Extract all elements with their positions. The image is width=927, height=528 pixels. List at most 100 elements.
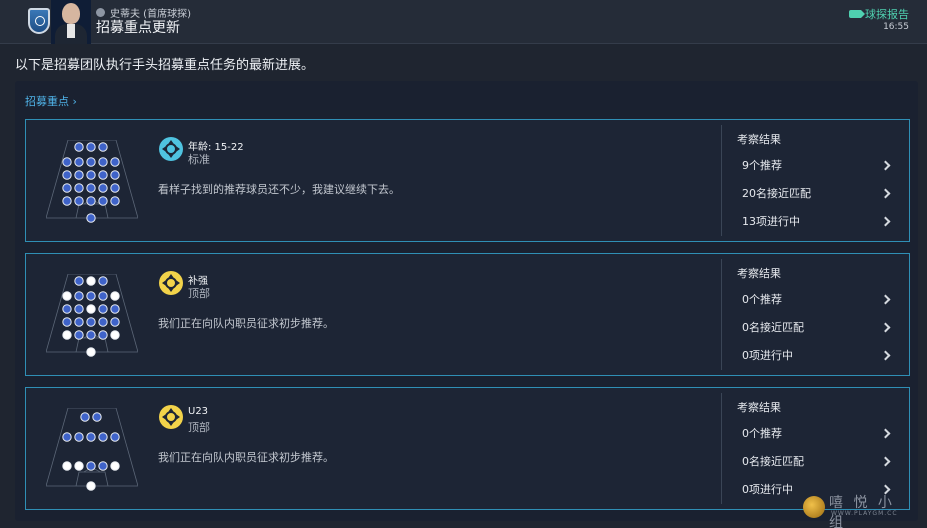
player-position-dot xyxy=(74,461,84,471)
player-position-dot xyxy=(86,432,96,442)
card-title: U23 xyxy=(188,406,209,417)
chevron-right-icon xyxy=(880,160,891,170)
result-in-progress[interactable]: 0项进行中 xyxy=(742,345,892,365)
player-position-dot xyxy=(74,196,84,206)
result-label: 0名接近匹配 xyxy=(742,455,804,468)
player-position-dot xyxy=(74,142,84,152)
chevron-right-icon xyxy=(880,350,891,360)
recruitment-card[interactable]: 年龄: 15-22 标准 看样子找到的推荐球员还不少，我建议继续下去。 考察结果… xyxy=(25,119,910,242)
result-label: 0名接近匹配 xyxy=(742,321,804,334)
player-position-dot xyxy=(98,196,108,206)
results-title: 考察结果 xyxy=(737,133,781,146)
message-time: 16:55 xyxy=(883,22,909,32)
result-label: 9个推荐 xyxy=(742,159,782,172)
player-position-dot xyxy=(86,276,96,286)
player-position-dot xyxy=(86,183,96,193)
result-in-progress[interactable]: 13项进行中 xyxy=(742,211,892,231)
player-position-dot xyxy=(74,183,84,193)
player-position-dot xyxy=(74,157,84,167)
player-position-dot xyxy=(74,291,84,301)
player-position-dot xyxy=(86,196,96,206)
football-icon xyxy=(803,496,825,518)
divider xyxy=(721,393,722,504)
player-position-dot xyxy=(110,196,120,206)
player-position-dot xyxy=(62,183,72,193)
crosshair-icon xyxy=(159,271,183,295)
recruitment-card[interactable]: 补强 顶部 我们正在向队内职员征求初步推荐。 考察结果 0个推荐 0名接近匹配 … xyxy=(25,253,910,376)
player-position-dot xyxy=(74,276,84,286)
card-description: 看样子找到的推荐球员还不少，我建议继续下去。 xyxy=(158,183,400,196)
player-position-dot xyxy=(62,461,72,471)
result-label: 0个推荐 xyxy=(742,427,782,440)
player-position-dot xyxy=(86,304,96,314)
player-position-dot xyxy=(98,157,108,167)
formation-pitch xyxy=(46,408,138,491)
player-position-dot xyxy=(80,412,90,422)
formation-pitch xyxy=(46,140,138,223)
player-position-dot xyxy=(62,291,72,301)
crosshair-icon xyxy=(159,405,183,429)
chevron-right-icon xyxy=(880,216,891,226)
results-title: 考察结果 xyxy=(737,267,781,280)
result-close-match[interactable]: 0名接近匹配 xyxy=(742,317,892,337)
result-close-match[interactable]: 20名接近匹配 xyxy=(742,183,892,203)
player-position-dot xyxy=(98,330,108,340)
scout-report-link[interactable]: 球探报告 xyxy=(849,6,909,22)
player-position-dot xyxy=(86,142,96,152)
chevron-right-icon xyxy=(880,456,891,466)
player-position-dot xyxy=(110,291,120,301)
tag-icon xyxy=(849,10,865,18)
player-position-dot xyxy=(110,183,120,193)
player-position-dot xyxy=(74,304,84,314)
player-position-dot xyxy=(110,304,120,314)
person-icon xyxy=(96,8,105,17)
player-position-dot xyxy=(86,291,96,301)
result-label: 0项进行中 xyxy=(742,349,793,362)
result-close-match[interactable]: 0名接近匹配 xyxy=(742,451,892,471)
club-badge-icon xyxy=(28,8,50,34)
card-subtitle: 顶部 xyxy=(188,421,210,434)
intro-text: 以下是招募团队执行手头招募重点任务的最新进展。 xyxy=(15,58,315,73)
card-subtitle: 顶部 xyxy=(188,287,210,300)
divider xyxy=(721,125,722,236)
player-position-dot xyxy=(98,276,108,286)
player-position-dot xyxy=(98,170,108,180)
results-title: 考察结果 xyxy=(737,401,781,414)
player-position-dot xyxy=(74,317,84,327)
player-position-dot xyxy=(62,170,72,180)
card-subtitle: 标准 xyxy=(188,153,210,166)
player-position-dot xyxy=(86,481,96,491)
player-position-dot xyxy=(98,461,108,471)
player-position-dot xyxy=(62,157,72,167)
result-recommended[interactable]: 0个推荐 xyxy=(742,423,892,443)
player-position-dot xyxy=(74,170,84,180)
player-position-dot xyxy=(62,330,72,340)
divider xyxy=(721,259,722,370)
player-position-dot xyxy=(86,347,96,357)
player-position-dot xyxy=(98,304,108,314)
player-position-dot xyxy=(86,157,96,167)
recruitment-focus-label: 招募重点 xyxy=(25,95,69,108)
chevron-right-icon xyxy=(880,294,891,304)
result-recommended[interactable]: 0个推荐 xyxy=(742,289,892,309)
player-position-dot xyxy=(74,330,84,340)
player-position-dot xyxy=(62,432,72,442)
player-position-dot xyxy=(98,317,108,327)
player-position-dot xyxy=(98,142,108,152)
card-description: 我们正在向队内职员征求初步推荐。 xyxy=(158,317,334,330)
message-header: 史蒂夫 (首席球探) 招募重点更新 球探报告 16:55 xyxy=(0,0,927,44)
player-position-dot xyxy=(98,291,108,301)
player-position-dot xyxy=(110,170,120,180)
player-position-dot xyxy=(86,330,96,340)
recruitment-focus-link[interactable]: 招募重点 › xyxy=(25,93,77,109)
player-position-dot xyxy=(110,317,120,327)
scout-report-label: 球探报告 xyxy=(865,8,909,21)
recruitment-card[interactable]: U23 顶部 我们正在向队内职员征求初步推荐。 考察结果 0个推荐 0名接近匹配… xyxy=(25,387,910,510)
player-position-dot xyxy=(110,432,120,442)
result-label: 0个推荐 xyxy=(742,293,782,306)
player-position-dot xyxy=(92,412,102,422)
player-position-dot xyxy=(86,170,96,180)
formation-pitch xyxy=(46,274,138,357)
result-recommended[interactable]: 9个推荐 xyxy=(742,155,892,175)
player-position-dot xyxy=(86,317,96,327)
